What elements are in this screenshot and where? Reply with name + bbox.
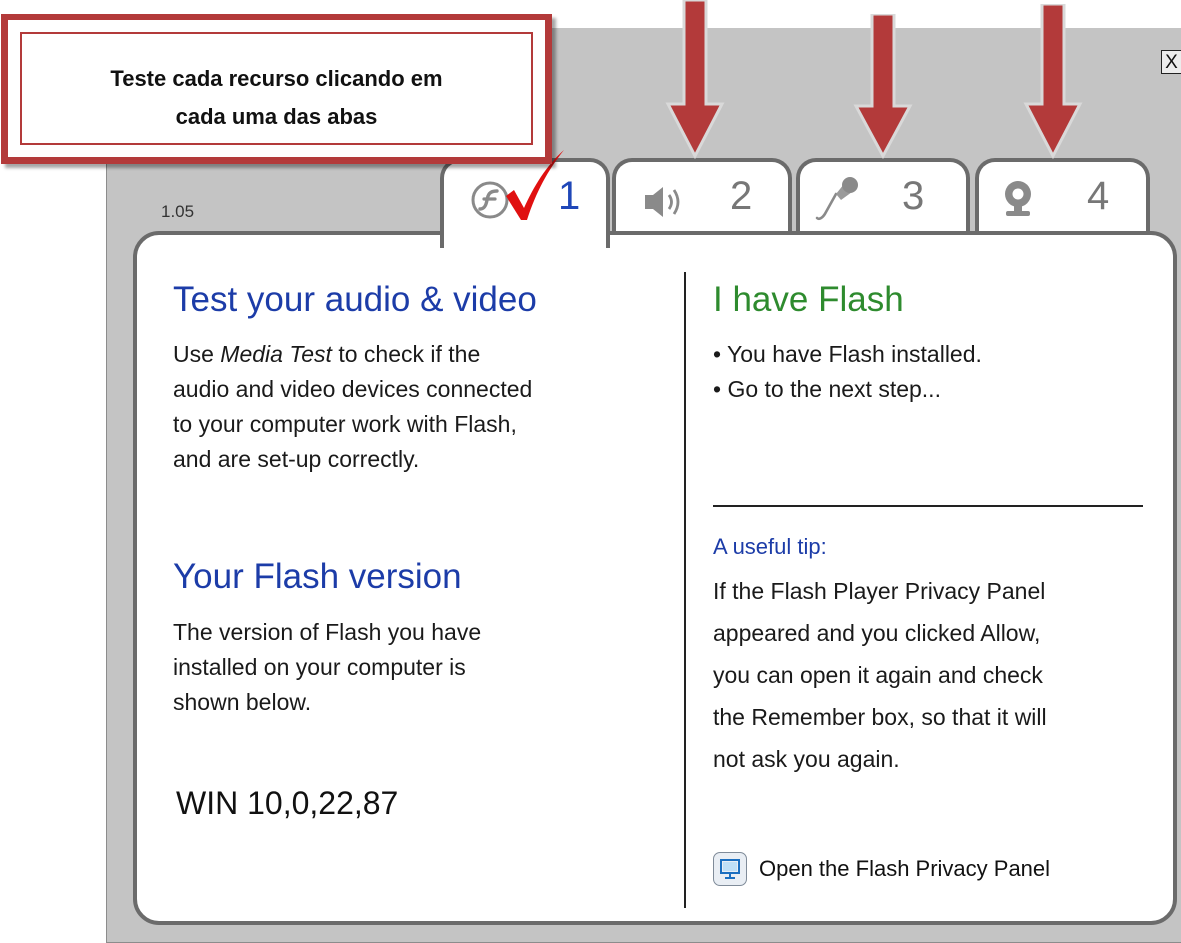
media-test-name: Media Test — [220, 341, 332, 367]
intro-line-1: Use Media Test to check if the — [173, 337, 480, 372]
version-text-2: installed on your computer is — [173, 654, 466, 680]
tab-number: 4 — [1087, 174, 1110, 218]
callout-inner-border: Teste cada recurso clicando em cada uma … — [20, 32, 533, 145]
flash-version-value: WIN 10,0,22,87 — [176, 785, 399, 821]
tip-line-2: appeared and you clicked Allow, — [713, 620, 1041, 646]
tab-webcam[interactable]: 4 — [975, 158, 1150, 240]
app-version-label: 1.05 — [161, 202, 195, 221]
intro-line-4: and are set-up correctly. — [173, 446, 420, 472]
tip-line-4: the Remember box, so that it will — [713, 704, 1047, 730]
tab-speaker[interactable]: 2 — [612, 158, 792, 240]
version-text-3: shown below. — [173, 689, 312, 715]
microphone-icon — [814, 172, 864, 229]
open-privacy-panel-button[interactable]: Open the Flash Privacy Panel — [713, 852, 1050, 886]
intro-line-3: to your computer work with Flash, — [173, 411, 517, 437]
speaker-icon — [642, 182, 688, 227]
heading-test-audio-video: Test your audio & video — [173, 280, 537, 319]
callout-text: Teste cada recurso clicando em cada uma … — [110, 66, 443, 129]
tab-number: 1 — [558, 174, 581, 218]
monitor-icon — [713, 852, 747, 886]
tab-number: 2 — [730, 174, 753, 218]
tab-number: 3 — [902, 174, 925, 218]
bullet-flash-installed: • You have Flash installed. — [713, 341, 982, 367]
arrow-down-icon — [665, 0, 725, 160]
version-text-1: The version of Flash you have — [173, 619, 482, 645]
tip-line-3: you can open it again and check — [713, 662, 1043, 688]
close-button[interactable]: X — [1161, 50, 1181, 74]
tip-line-5: not ask you again. — [713, 746, 900, 772]
intro-line-2: audio and video devices connected — [173, 376, 533, 402]
callout-frame: Teste cada recurso clicando em cada uma … — [8, 20, 545, 157]
active-tab-joint — [444, 225, 606, 239]
annotation-callout: Teste cada recurso clicando em cada uma … — [1, 14, 552, 164]
privacy-button-label: Open the Flash Privacy Panel — [759, 856, 1051, 881]
bullet-next-step: • Go to the next step... — [713, 376, 941, 402]
intro-prefix: Use — [173, 341, 221, 367]
tip-line-1: If the Flash Player Privacy Panel — [713, 578, 1046, 604]
tip-title: A useful tip: — [713, 534, 827, 559]
column-divider — [684, 272, 686, 908]
tab-microphone[interactable]: 3 — [796, 158, 970, 240]
arrow-down-icon — [853, 14, 913, 160]
heading-i-have-flash: I have Flash — [713, 280, 904, 319]
webcam-icon — [1001, 178, 1035, 223]
heading-flash-version: Your Flash version — [173, 557, 462, 596]
intro-rest: to check if the — [331, 341, 481, 367]
arrow-down-icon — [1023, 4, 1083, 160]
tip-divider — [713, 505, 1143, 507]
